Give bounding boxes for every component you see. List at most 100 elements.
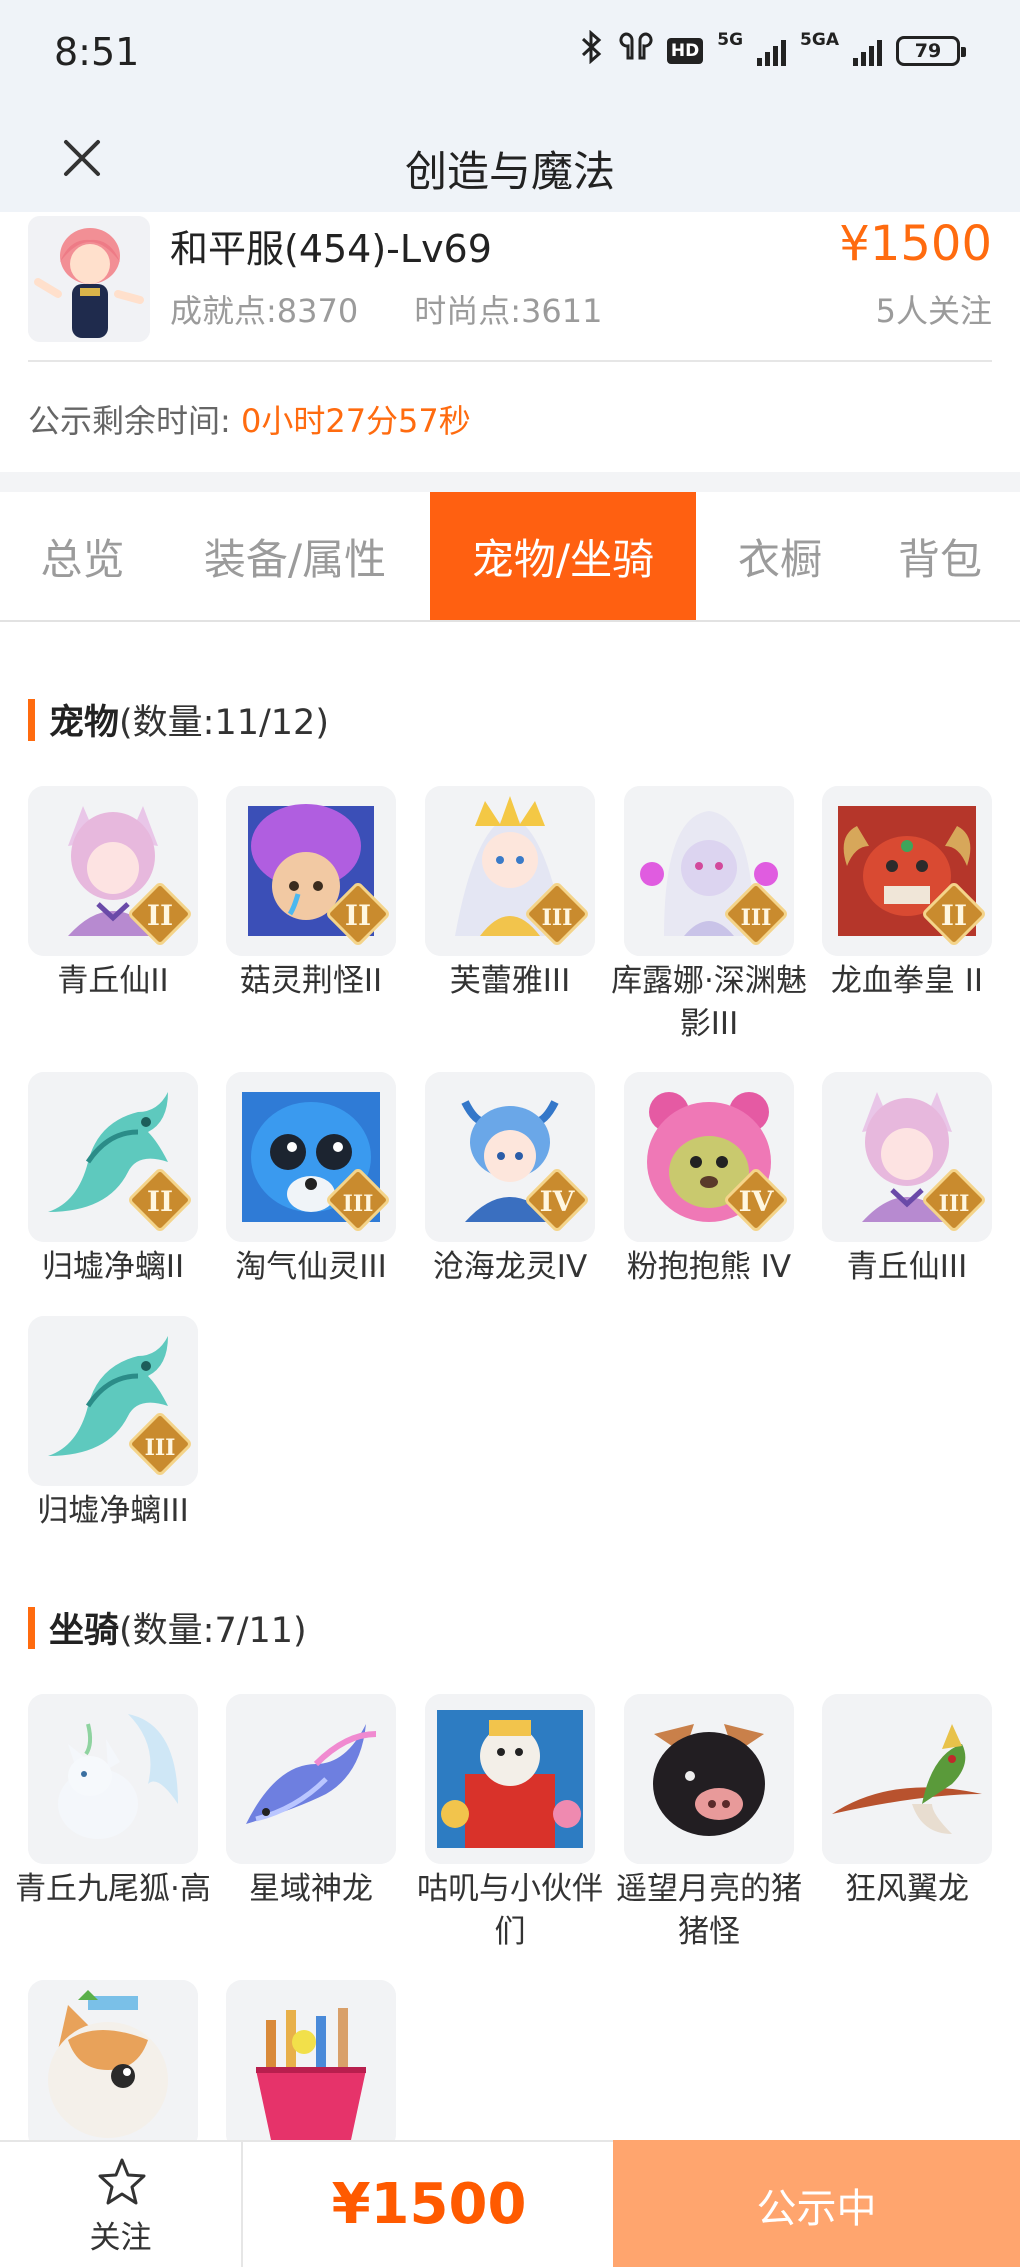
- mount-item[interactable]: 青丘九尾狐·高: [15, 1694, 211, 1911]
- tab-equipment[interactable]: 装备/属性: [170, 492, 420, 620]
- pet-item[interactable]: IV 沧海龙灵IV: [425, 1072, 595, 1289]
- pet-item[interactable]: II 龙血拳皇 II: [822, 786, 992, 1003]
- follower-count: 5人关注: [875, 292, 992, 330]
- mount-item[interactable]: 遥望月亮的猪猪怪: [616, 1694, 802, 1954]
- pet-item[interactable]: III 青丘仙III: [822, 1072, 992, 1289]
- svg-text:III: III: [741, 905, 772, 931]
- fashion-points: 时尚点:3611: [414, 292, 603, 330]
- pink-bear-icon: IV: [624, 1072, 794, 1242]
- jade-dragon-icon: II: [28, 1072, 198, 1242]
- status-icons: HD 5G 5GA 79: [579, 29, 966, 71]
- item-name: 龙血拳皇 II: [830, 963, 984, 999]
- battery-level: 79: [914, 39, 942, 62]
- pet-item[interactable]: III 淘气仙灵III: [226, 1072, 396, 1289]
- section-marker: [28, 698, 35, 741]
- mount-item[interactable]: [226, 1980, 396, 2154]
- item-name: 沧海龙灵IV: [432, 1249, 588, 1285]
- earbuds-icon: [619, 30, 653, 71]
- item-name: 归墟净螭III: [37, 1493, 189, 1529]
- countdown-value: 0小时27分57秒: [240, 402, 471, 440]
- cat-mount-icon: [28, 1980, 198, 2150]
- bluetooth-icon: [579, 29, 605, 71]
- item-name: 淘气仙灵III: [235, 1249, 387, 1285]
- tab-pets-mounts[interactable]: 宠物/坐骑: [430, 492, 696, 620]
- mushroom-sprite-icon: II: [226, 786, 396, 956]
- star-icon: [98, 2158, 146, 2205]
- bottom-bar: 关注 ¥1500 公示中: [0, 2140, 1020, 2267]
- tab-overview[interactable]: 总览: [0, 492, 165, 620]
- svg-text:III: III: [542, 905, 573, 931]
- fox-fairy-icon: III: [822, 1072, 992, 1242]
- pet-item[interactable]: III 芙蕾雅III: [425, 786, 595, 1003]
- nine-tail-fox-icon: [28, 1694, 198, 1864]
- svg-text:II: II: [147, 899, 173, 932]
- sea-dragon-spirit-icon: IV: [425, 1072, 595, 1242]
- moon-pig-icon: [624, 1694, 794, 1864]
- pets-section-title: 宠物 (数量:11/12): [28, 694, 329, 745]
- item-name: 芙蕾雅III: [449, 963, 571, 999]
- points-row: 成就点:8370 时尚点:3611: [170, 286, 602, 332]
- fox-fairy-icon: II: [28, 786, 198, 956]
- nav-bar: 创造与魔法: [0, 112, 1020, 212]
- countdown-label: 公示剩余时间:: [28, 402, 231, 440]
- svg-text:IV: IV: [739, 1185, 775, 1218]
- page-title: 创造与魔法: [404, 147, 615, 196]
- battery-icon: 79: [896, 35, 966, 66]
- countdown: 公示剩余时间: 0小时27分57秒: [28, 396, 471, 442]
- hd-icon: HD: [666, 37, 704, 64]
- kuluna-icon: III: [624, 786, 794, 956]
- svg-text:III: III: [939, 1191, 970, 1217]
- item-name: 咕叽与小伙伴们: [417, 1871, 603, 1950]
- signal-icon: [853, 36, 882, 66]
- tab-backpack[interactable]: 背包: [865, 492, 1015, 620]
- pet-item[interactable]: III 归墟净螭III: [28, 1316, 198, 1533]
- network-label-5g: 5G: [717, 30, 744, 50]
- mount-item[interactable]: [28, 1980, 198, 2154]
- pet-item[interactable]: III 库露娜·深渊魅影III: [611, 786, 807, 1046]
- publicity-status-button[interactable]: 公示中: [613, 2140, 1020, 2267]
- item-name: 菇灵荆怪II: [239, 963, 383, 999]
- listing-price: ¥1500: [839, 216, 992, 272]
- signal-icon: [757, 36, 787, 66]
- mounts-title: 坐骑: [49, 1611, 120, 1651]
- item-name: 粉抱抱熊 IV: [626, 1249, 792, 1285]
- mount-item[interactable]: 星域神龙: [226, 1694, 396, 1911]
- listing-info: 和平服(454)-Lv69 成就点:8370 时尚点:3611 ¥1500 5人…: [0, 212, 1020, 472]
- mounts-section-title: 坐骑 (数量:7/11): [28, 1602, 307, 1653]
- mounts-count: (数量:7/11): [119, 1611, 307, 1651]
- svg-text:II: II: [147, 1185, 173, 1218]
- svg-text:II: II: [941, 899, 967, 932]
- pet-item[interactable]: IV 粉抱抱熊 IV: [624, 1072, 794, 1289]
- svg-text:IV: IV: [540, 1185, 576, 1218]
- dragon-boxer-icon: II: [822, 786, 992, 956]
- svg-text:III: III: [145, 1435, 176, 1461]
- follow-label: 关注: [89, 2220, 152, 2256]
- follow-button[interactable]: 关注: [0, 2142, 243, 2267]
- pet-item[interactable]: II 青丘仙II: [28, 786, 198, 1003]
- pets-title: 宠物: [49, 703, 120, 743]
- avatar: [28, 216, 150, 342]
- item-name: 库露娜·深渊魅影III: [611, 963, 807, 1042]
- star-dragon-icon: [226, 1694, 396, 1864]
- svg-text:III: III: [343, 1191, 374, 1217]
- item-name: 遥望月亮的猪猪怪: [616, 1871, 802, 1950]
- divider: [28, 360, 992, 362]
- section-gap: [0, 472, 1020, 492]
- pet-item[interactable]: II 菇灵荆怪II: [226, 786, 396, 1003]
- pet-item[interactable]: II 归墟净螭II: [28, 1072, 198, 1289]
- tab-wardrobe[interactable]: 衣橱: [705, 492, 855, 620]
- section-marker: [28, 1606, 35, 1649]
- item-name: 星域神龙: [249, 1871, 373, 1907]
- achievement-points: 成就点:8370: [170, 292, 359, 330]
- wind-pterosaur-icon: [822, 1694, 992, 1864]
- mount-item[interactable]: 狂风翼龙: [822, 1694, 992, 1911]
- svg-text:II: II: [345, 899, 371, 932]
- tab-bar: 总览 装备/属性 宠物/坐骑 衣橱 背包: [0, 492, 1020, 622]
- item-name: 狂风翼龙: [845, 1871, 969, 1907]
- status-bar: 8:51 HD 5G 5GA 79: [0, 0, 1020, 112]
- pets-count: (数量:11/12): [119, 703, 329, 743]
- character-name: 和平服(454)-Lv69: [170, 227, 492, 271]
- mount-item[interactable]: 咕叽与小伙伴们: [417, 1694, 603, 1954]
- network-label-5ga: 5GA: [800, 30, 839, 50]
- bottom-price: ¥1500: [331, 2172, 527, 2237]
